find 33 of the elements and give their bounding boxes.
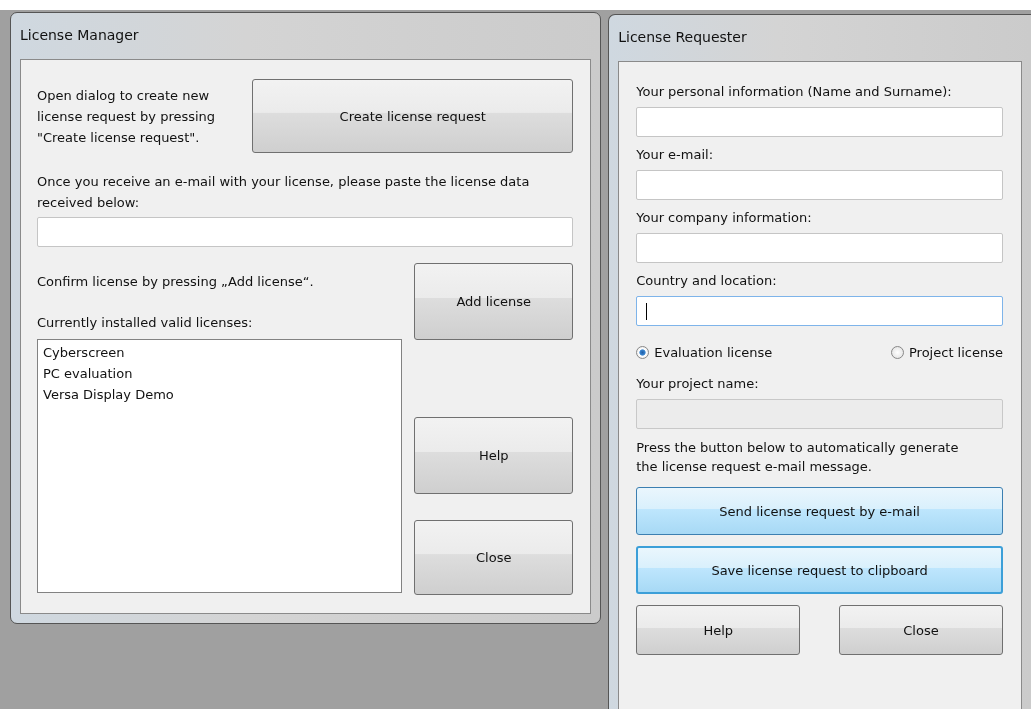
close-button[interactable]: Close bbox=[414, 520, 574, 595]
add-license-button[interactable]: Add license bbox=[414, 263, 574, 340]
list-item[interactable]: Cyberscreen bbox=[43, 342, 396, 363]
radio-button[interactable] bbox=[636, 346, 650, 359]
input-field[interactable] bbox=[636, 233, 1003, 263]
input-field[interactable] bbox=[636, 170, 1003, 200]
instruction-text: Once you receive an e-mail with your license, please paste the license data received below: bbox=[37, 173, 531, 212]
instruction-text: Open dialog to create new license request by pressing "Create license request". bbox=[37, 86, 217, 147]
list-item[interactable]: Versa Display Demo bbox=[43, 384, 396, 405]
window-title: License Manager bbox=[20, 26, 140, 45]
radio-button[interactable] bbox=[891, 346, 904, 359]
instruction-text: Press the button below to automatically generate the license request e-mail message. bbox=[636, 439, 960, 476]
field-label: Your company information: bbox=[636, 209, 813, 227]
field-label: Your project name: bbox=[636, 375, 760, 393]
action-button[interactable]: Save license request to clipboard bbox=[636, 546, 1003, 594]
field-label: Country and location: bbox=[636, 272, 778, 290]
create-license-request-button[interactable]: Create license request bbox=[252, 79, 574, 153]
input-field[interactable] bbox=[636, 107, 1003, 137]
instruction-text: Confirm license by pressing „Add license“. bbox=[37, 273, 315, 291]
field-label: Your personal information (Name and Surname): bbox=[636, 83, 953, 101]
list-label: Currently installed valid licenses: bbox=[37, 314, 254, 332]
input-field[interactable] bbox=[636, 296, 1003, 326]
window-title: License Requester bbox=[618, 28, 748, 47]
text-cursor bbox=[646, 303, 648, 320]
help-button[interactable]: Help bbox=[414, 417, 574, 494]
list-item[interactable]: PC evaluation bbox=[43, 363, 396, 384]
radio-option[interactable]: Project license bbox=[891, 345, 1003, 360]
help-button[interactable]: Help bbox=[636, 605, 801, 655]
radio-label: Project license bbox=[909, 345, 1003, 360]
action-button[interactable]: Send license request by e-mail bbox=[636, 487, 1003, 535]
input-field[interactable] bbox=[37, 217, 574, 247]
close-button[interactable]: Close bbox=[839, 605, 1003, 655]
field-label: Your e-mail: bbox=[636, 146, 715, 164]
